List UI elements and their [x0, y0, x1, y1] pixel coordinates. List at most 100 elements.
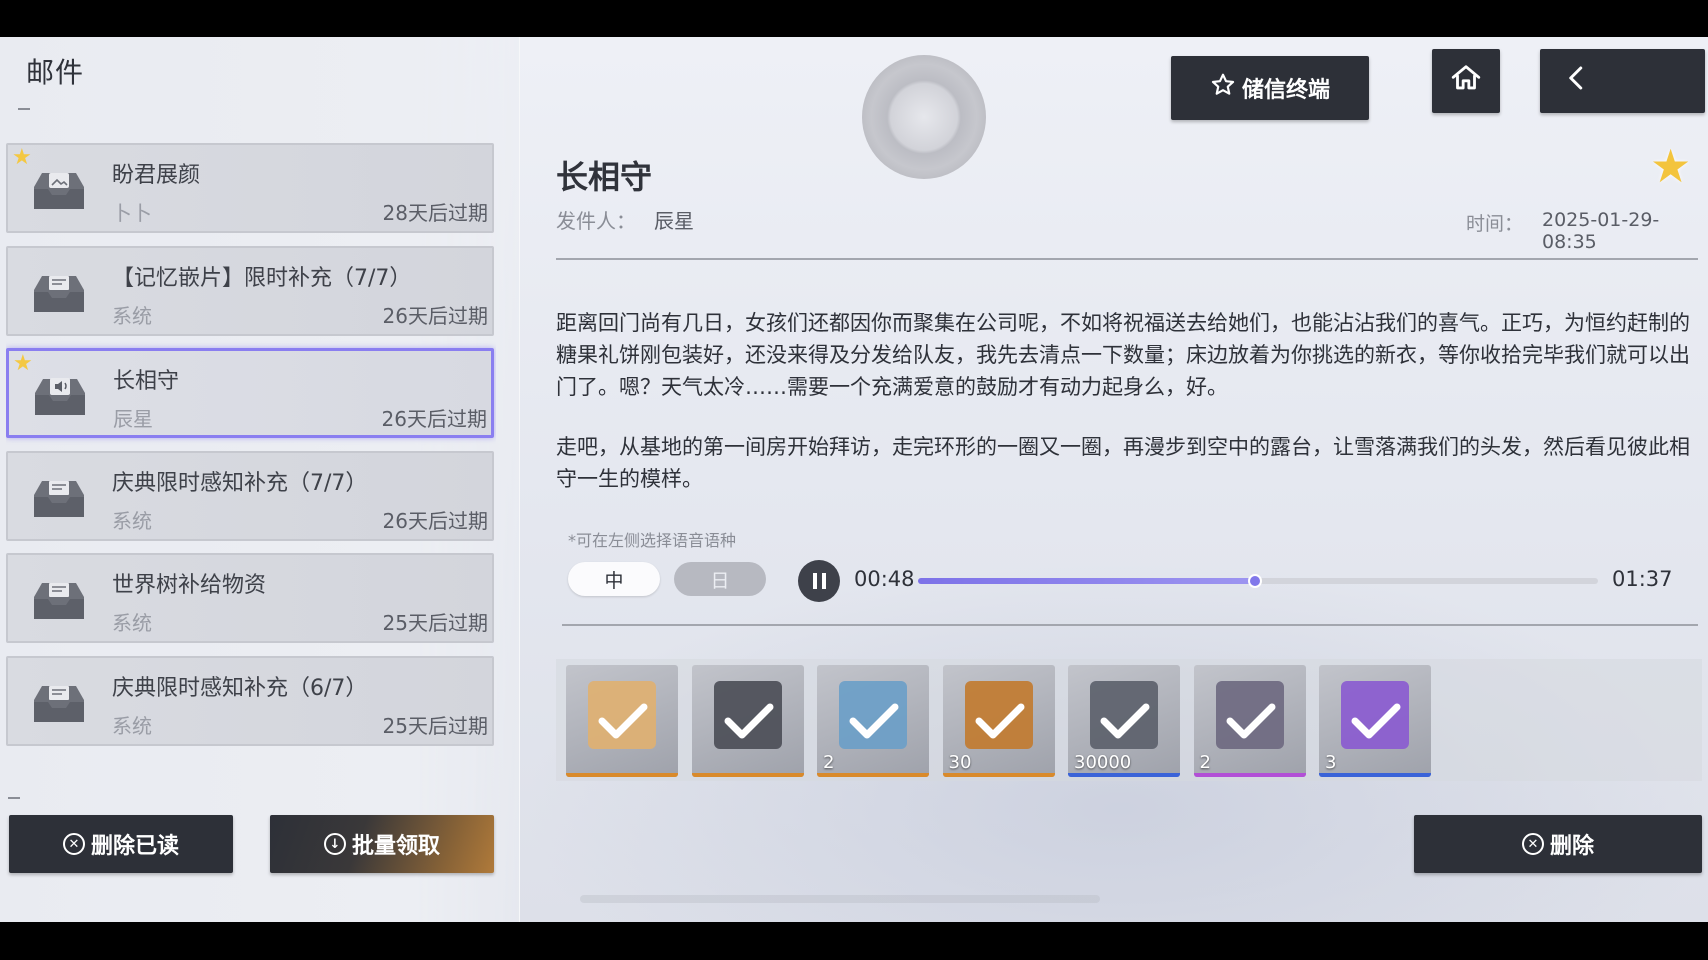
rarity-bar	[942, 773, 1055, 777]
attachment-item[interactable]: 3	[1319, 665, 1431, 777]
delete-label: 删除	[1549, 834, 1594, 859]
batch-claim-label: 批量领取	[351, 834, 440, 859]
delete-read-button[interactable]: ✕ 删除已读	[9, 815, 233, 873]
voice-lang-chinese[interactable]: 中	[568, 562, 660, 596]
item-quantity: 3	[1325, 752, 1337, 773]
favorite-star-icon[interactable]: ★	[1650, 143, 1691, 189]
message-terminal-button[interactable]: 储信终端	[1171, 56, 1369, 120]
mail-expiry: 25天后过期	[382, 713, 488, 738]
terminal-label: 储信终端	[1241, 78, 1330, 103]
mail-subject: 庆典限时感知补充（6/7）	[112, 675, 368, 701]
audio-progress-fill	[918, 578, 1255, 584]
mail-subject: 世界树补给物资	[112, 573, 267, 598]
attachment-item[interactable]	[691, 665, 804, 777]
claimed-check-icon	[598, 703, 648, 739]
mail-paragraph: 走吧，从基地的第一间房开始拜访，走完环形的一圈又一圈，再漫步到空中的露台，让雪落…	[556, 435, 1690, 491]
audio-progress-bar[interactable]	[918, 574, 1598, 588]
mail-sender: 系统	[112, 611, 152, 635]
mail-expiry: 26天后过期	[382, 508, 488, 533]
pause-icon-bar	[821, 573, 826, 589]
rarity-bar	[817, 773, 929, 777]
back-arrow-icon	[1562, 61, 1592, 101]
item-quantity: 2	[1199, 752, 1211, 773]
game-screen: 邮件 ★ 盼君展颜 卜卜 28天后过期 【记忆嵌片】限时补充（7/7） 系统 26天后过期 ★…	[0, 37, 1708, 922]
mail-list-item[interactable]: 庆典限时感知补充（6/7） 系统 25天后过期	[6, 655, 494, 746]
rarity-bar	[1319, 773, 1431, 777]
mail-timestamp: 2025-01-29-08:35	[1542, 209, 1660, 253]
voice-mail-icon	[31, 373, 89, 419]
close-circle-icon: ✕	[1521, 833, 1544, 855]
mail-tray-icon	[30, 577, 88, 623]
photo-mail-icon	[30, 167, 88, 213]
time-label: 时间：	[1466, 213, 1524, 235]
sender-label: 发件人：	[556, 209, 636, 233]
pause-icon	[812, 573, 817, 589]
mail-title: 长相守	[556, 158, 653, 196]
mail-sender: 系统	[112, 713, 152, 738]
scroll-indicator	[580, 895, 1100, 903]
star-icon: ★	[12, 145, 32, 170]
audio-progress-thumb[interactable]	[1247, 574, 1262, 588]
back-button[interactable]	[1540, 49, 1705, 113]
mail-tray-icon	[30, 680, 88, 726]
close-circle-icon: ✕	[62, 833, 85, 855]
mail-expiry: 25天后过期	[382, 611, 488, 635]
mail-sender: 辰星	[113, 407, 153, 431]
voice-lang-japanese[interactable]: 日	[674, 562, 766, 596]
current-time: 00:48	[854, 567, 915, 591]
sender-name: 辰星	[654, 209, 694, 233]
attachment-item[interactable]: 30	[942, 665, 1055, 777]
voice-hint: *可在左侧选择语音语种	[568, 531, 737, 550]
delete-read-label: 删除已读	[90, 834, 179, 859]
total-time: 01:37	[1612, 567, 1673, 591]
sender-avatar	[862, 55, 986, 179]
star-outline-icon	[1210, 72, 1236, 104]
download-circle-icon: ↓	[323, 833, 346, 855]
item-quantity: 2	[823, 752, 835, 773]
deco-divider	[18, 108, 30, 110]
mail-subject: 【记忆嵌片】限时补充（7/7）	[112, 265, 412, 291]
mail-list-item[interactable]: 世界树补给物资 系统 25天后过期	[6, 553, 494, 643]
deco-divider	[8, 797, 20, 799]
attachment-divider	[562, 624, 1698, 626]
letterbox-bottom	[0, 922, 1708, 960]
attachment-item[interactable]: 2	[817, 665, 929, 777]
mail-expiry: 28天后过期	[382, 201, 488, 225]
attachment-item[interactable]: 2	[1193, 665, 1306, 777]
mail-sender: 系统	[112, 508, 152, 533]
mail-list-item[interactable]: 【记忆嵌片】限时补充（7/7） 系统 26天后过期	[6, 245, 494, 336]
attachment-item[interactable]	[566, 665, 678, 777]
rarity-bar	[1068, 773, 1180, 777]
item-quantity: 30000	[1074, 752, 1132, 773]
pause-button[interactable]	[798, 560, 840, 602]
delete-mail-button[interactable]: ✕ 删除	[1414, 815, 1702, 873]
rarity-bar	[1193, 773, 1306, 777]
header-divider	[556, 258, 1698, 260]
rarity-bar	[566, 773, 678, 777]
mail-subject: 盼君展颜	[112, 163, 201, 188]
batch-claim-button[interactable]: ↓ 批量领取	[270, 815, 494, 873]
attachment-item[interactable]: 30000	[1068, 665, 1180, 777]
home-icon	[1449, 61, 1483, 101]
claimed-check-icon	[724, 703, 773, 739]
mail-list-panel: 邮件 ★ 盼君展颜 卜卜 28天后过期 【记忆嵌片】限时补充（7/7） 系统 26天后过期 ★…	[0, 37, 520, 922]
mail-list-item[interactable]: ★ 长相守辰星 26天后过期	[6, 348, 494, 438]
mail-list-item[interactable]: ★ 盼君展颜卜卜 28天后过期	[6, 143, 494, 233]
attachment-list: 2 30 30000 2 3	[556, 659, 1702, 781]
mail-subject: 庆典限时感知补充（7/7）	[112, 470, 368, 496]
mail-sender: 卜卜	[112, 201, 152, 225]
star-icon: ★	[13, 351, 33, 376]
mail-list[interactable]: ★ 盼君展颜卜卜 28天后过期【记忆嵌片】限时补充（7/7） 系统 26天后过期 ★ 长相守…	[6, 143, 496, 819]
mail-sender: 系统	[112, 303, 152, 328]
letterbox-top	[0, 0, 1708, 37]
rarity-bar	[691, 773, 804, 777]
mail-subject: 长相守	[113, 369, 180, 394]
mail-body: 距离回门尚有几日，女孩们还都因你而聚集在公司呢，不如将祝福送去给她们，也能沾沾我…	[556, 307, 1696, 495]
mail-expiry: 26天后过期	[381, 407, 487, 431]
mail-expiry: 26天后过期	[382, 303, 488, 328]
mail-list-item[interactable]: 庆典限时感知补充（7/7） 系统 26天后过期	[6, 450, 494, 541]
mail-tray-icon	[30, 270, 88, 316]
page-title: 邮件	[26, 56, 85, 89]
home-button[interactable]	[1432, 49, 1500, 113]
mail-tray-icon	[30, 475, 88, 521]
